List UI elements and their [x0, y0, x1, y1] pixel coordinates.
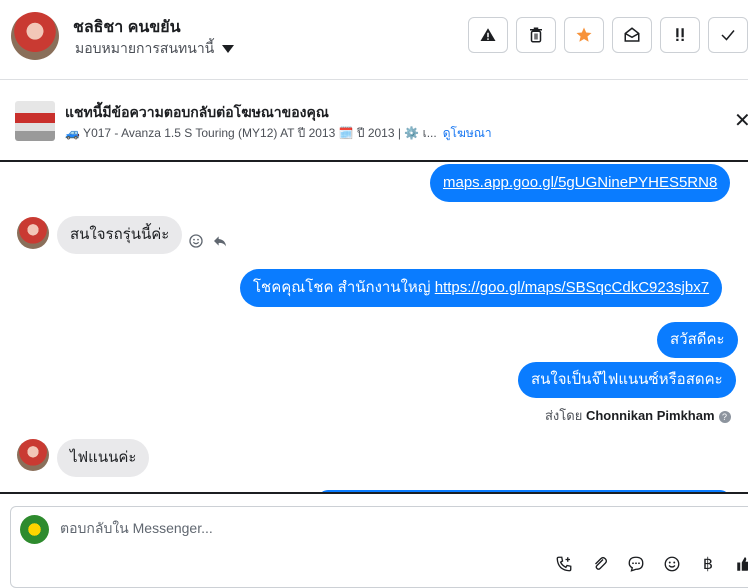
ad-subtitle: 🚙 Y017 - Avanza 1.5 S Touring (MY12) AT … — [65, 124, 492, 143]
smiley-icon[interactable] — [188, 233, 204, 249]
report-spam-button[interactable] — [468, 17, 508, 53]
reply-composer: ฿ — [10, 506, 748, 588]
warning-icon — [480, 28, 496, 41]
ad-thumbnail[interactable] — [15, 101, 55, 141]
double-exclamation-icon — [676, 28, 684, 41]
check-icon — [721, 30, 735, 41]
outgoing-message[interactable]: maps.app.goo.gl/5gUGNinePYHES5RN8 — [430, 164, 731, 202]
reply-input[interactable] — [60, 520, 660, 536]
contact-avatar-small — [17, 217, 49, 249]
trash-icon — [530, 27, 542, 43]
page-avatar — [20, 515, 49, 544]
star-icon — [576, 27, 592, 42]
contact-avatar[interactable] — [11, 12, 59, 60]
ad-context-bar: แชทนี้มีข้อความตอบกลับต่อโฆษณาของคุณ 🚙 Y… — [0, 81, 748, 159]
emoji-icon[interactable] — [663, 555, 681, 573]
sent-by-label: ส่งโดย — [545, 408, 583, 423]
action-toolbar — [468, 17, 748, 53]
outgoing-message-partial — [318, 490, 730, 492]
mark-unread-button[interactable] — [612, 17, 652, 53]
outgoing-message[interactable]: โชคคุณโชค สำนักงานใหญ่ https://goo.gl/ma… — [240, 269, 723, 307]
assign-conversation-dropdown[interactable]: มอบหมายการสนทนานี้ — [75, 38, 235, 60]
ad-context-title: แชทนี้มีข้อความตอบกลับต่อโฆษณาของคุณ — [65, 104, 329, 120]
message-actions — [188, 233, 228, 249]
paperclip-icon[interactable] — [591, 555, 609, 573]
outgoing-message[interactable]: สนใจเป็นจ๊ไฟแนนซ์หรือสดคะ — [518, 362, 736, 398]
ad-description: 🚙 Y017 - Avanza 1.5 S Touring (MY12) AT … — [65, 126, 437, 140]
help-icon[interactable]: ? — [718, 410, 731, 423]
follow-up-button[interactable] — [660, 17, 700, 53]
message-text: โชคคุณโชค สำนักงานใหญ่ — [253, 279, 435, 296]
thumbs-up-icon[interactable] — [735, 555, 748, 573]
sender-name: Chonnikan Pimkham — [585, 408, 715, 423]
delete-button[interactable] — [516, 17, 556, 53]
contact-avatar-small — [17, 439, 49, 471]
message-link[interactable]: https://goo.gl/maps/SBSqcCdkC923sjbx7 — [435, 279, 709, 296]
contact-name[interactable]: ชลธิชา คนขยัน — [73, 15, 181, 40]
conversation-header: ชลธิชา คนขยัน มอบหมายการสนทนานี้ — [0, 0, 748, 80]
phone-add-icon[interactable] — [555, 555, 573, 573]
caret-down-icon — [222, 45, 235, 53]
reply-icon[interactable] — [212, 233, 228, 249]
outgoing-message[interactable]: สวัสดีคะ — [657, 322, 738, 358]
incoming-message[interactable]: ไฟแนนค่ะ — [57, 439, 150, 477]
close-icon[interactable]: ✕ — [734, 111, 748, 131]
message-thread[interactable]: maps.app.goo.gl/5gUGNinePYHES5RN8 สนใจรถ… — [0, 160, 748, 494]
baht-payment-icon[interactable]: ฿ — [699, 555, 717, 573]
composer-toolbar: ฿ — [555, 555, 748, 573]
star-button[interactable] — [564, 17, 604, 53]
assign-label: มอบหมายการสนทนานี้ — [75, 40, 215, 56]
saved-replies-icon[interactable] — [627, 555, 645, 573]
envelope-open-icon — [624, 27, 640, 42]
sent-by-note: ส่งโดย Chonnikan Pimkham? — [545, 405, 731, 426]
view-ad-link[interactable]: ดูโฆษณา — [443, 126, 492, 140]
message-link[interactable]: maps.app.goo.gl/5gUGNinePYHES5RN8 — [443, 174, 717, 191]
mark-done-button[interactable] — [708, 17, 748, 53]
incoming-message[interactable]: สนใจรถรุ่นนี้ค่ะ — [57, 216, 183, 254]
